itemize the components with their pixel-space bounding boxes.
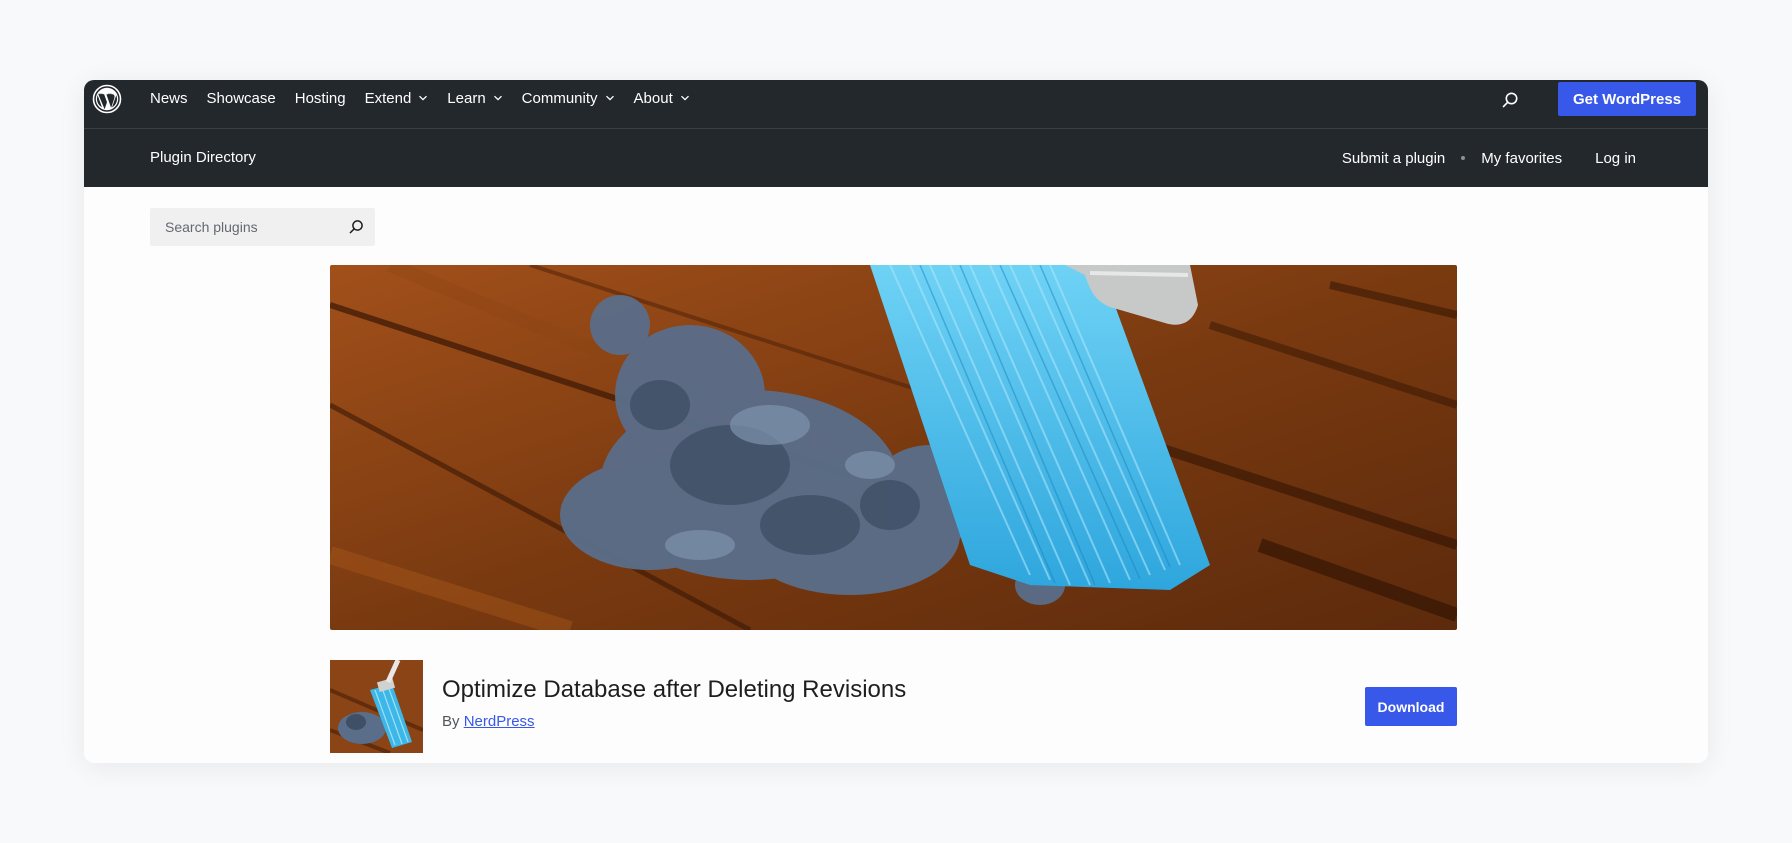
plugin-directory-link[interactable]: Plugin Directory xyxy=(150,129,256,187)
download-button[interactable]: Download xyxy=(1365,687,1457,726)
nav-community[interactable]: Community xyxy=(522,90,615,107)
get-wordpress-button[interactable]: Get WordPress xyxy=(1558,82,1696,116)
global-header: News Showcase Hosting Extend Learn Commu… xyxy=(84,80,1708,129)
submit-plugin-link[interactable]: Submit a plugin xyxy=(1342,150,1445,167)
author-link[interactable]: NerdPress xyxy=(464,713,535,730)
nav-extend-label: Extend xyxy=(364,89,412,107)
chevron-down-icon xyxy=(605,95,614,101)
search-input[interactable] xyxy=(150,208,340,246)
nav-hosting-label: Hosting xyxy=(294,89,346,107)
login-link[interactable]: Log in xyxy=(1595,150,1636,167)
broom-icon xyxy=(330,660,423,753)
plugin-byline: By NerdPress xyxy=(442,713,535,730)
nav-showcase-label: Showcase xyxy=(206,89,276,107)
plugin-title: Optimize Database after Deleting Revisio… xyxy=(442,676,907,703)
nav-hosting[interactable]: Hosting xyxy=(295,90,346,107)
wordpress-logo-icon[interactable] xyxy=(92,84,122,114)
nav-news[interactable]: News xyxy=(150,90,188,107)
nav-learn-label: Learn xyxy=(447,89,486,107)
nav-extend[interactable]: Extend xyxy=(365,90,429,107)
chevron-down-icon xyxy=(493,95,502,101)
by-label: By xyxy=(442,713,460,730)
nav-showcase[interactable]: Showcase xyxy=(207,90,276,107)
separator-dot xyxy=(1461,156,1466,160)
nav-about[interactable]: About xyxy=(634,90,690,107)
nav-community-label: Community xyxy=(521,89,598,107)
nav-news-label: News xyxy=(150,89,188,107)
broom-dust-illustration xyxy=(330,265,1457,630)
plugin-banner-image xyxy=(330,265,1457,630)
browser-window: News Showcase Hosting Extend Learn Commu… xyxy=(84,80,1708,763)
local-nav-links: Submit a plugin My favorites Log in xyxy=(1342,129,1636,187)
nav-about-label: About xyxy=(633,89,673,107)
my-favorites-link[interactable]: My favorites xyxy=(1481,150,1562,167)
search-icon[interactable] xyxy=(1499,89,1521,111)
local-nav: Plugin Directory Submit a plugin My favo… xyxy=(84,129,1708,187)
nav-learn[interactable]: Learn xyxy=(447,90,502,107)
chevron-down-icon xyxy=(419,95,428,101)
plugin-search-box xyxy=(150,208,375,246)
chevron-down-icon xyxy=(680,95,689,101)
plugin-icon xyxy=(330,660,423,753)
search-icon[interactable] xyxy=(347,218,365,236)
main-nav: News Showcase Hosting Extend Learn Commu… xyxy=(150,80,709,116)
